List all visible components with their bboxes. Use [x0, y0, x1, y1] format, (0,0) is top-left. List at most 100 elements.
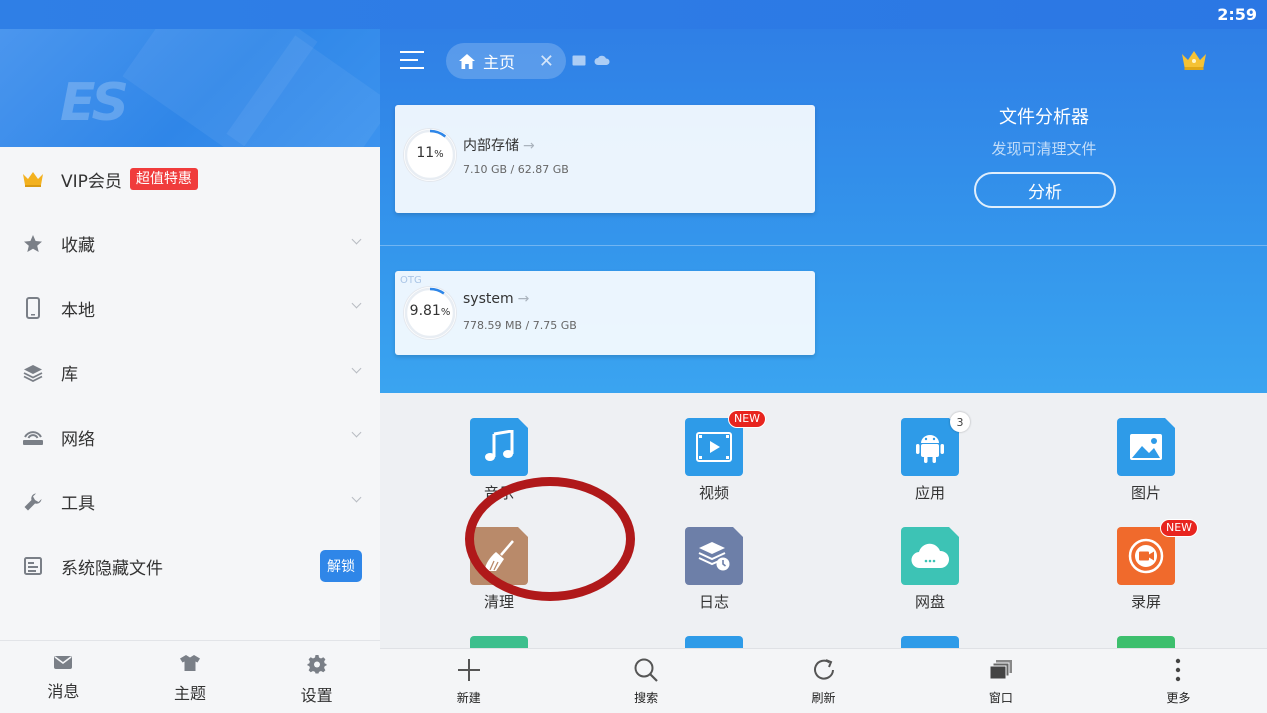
drawer-item-label: 本地 — [61, 300, 95, 321]
chevron-down-icon — [351, 427, 362, 438]
shirt-icon — [180, 655, 200, 671]
drawer-header: ES — [0, 29, 380, 147]
chevron-down-icon — [351, 363, 362, 373]
message-icon — [54, 656, 73, 669]
unlock-button[interactable]: 解锁 — [320, 550, 362, 582]
count-badge: 3 — [950, 412, 970, 432]
drawer-item-label: 库 — [61, 365, 78, 386]
app-tile-partial[interactable] — [1117, 636, 1175, 648]
app-label: 图片 — [1130, 484, 1161, 502]
storage-card-system[interactable]: OTG 9.81% system → 778.59 MB / 7.75 GB — [395, 271, 815, 355]
app-apps[interactable]: 3 应用 — [870, 412, 990, 503]
toolbar-label: 搜索 — [634, 691, 659, 705]
new-button[interactable]: 新建 — [380, 649, 557, 713]
tab-home-label: 主页 — [483, 53, 516, 72]
navigation-drawer: ES VIP会员 超值特惠 收藏 本地 库 网络 工具 系统隐藏文件 解锁 消息… — [0, 29, 380, 713]
es-logo: ES — [60, 73, 129, 133]
drawer-item-label: 工具 — [61, 494, 95, 515]
status-bar: 2:59 — [0, 0, 1267, 29]
hidden-files-label: 系统隐藏文件 — [61, 558, 163, 579]
app-tile-partial[interactable] — [685, 636, 743, 648]
search-icon — [634, 658, 658, 682]
refresh-icon — [813, 659, 834, 680]
storage-usage: 778.59 MB / 7.75 GB — [463, 319, 577, 332]
analyzer-title: 文件分析器 — [999, 107, 1089, 128]
settings-button[interactable]: 设置 — [253, 641, 380, 713]
plus-icon — [457, 659, 480, 681]
tab-indicators — [572, 55, 610, 66]
drawer-item-label: 收藏 — [61, 236, 95, 257]
usage-ring: 9.81% — [404, 287, 456, 339]
home-icon — [459, 53, 475, 69]
search-button[interactable]: 搜索 — [557, 649, 734, 713]
log-icon — [698, 542, 730, 571]
app-log[interactable]: 日志 — [654, 527, 774, 612]
storage-name: system — [463, 291, 514, 307]
app-label: 音乐 — [483, 484, 514, 502]
vip-member-item[interactable]: VIP会员 超值特惠 — [0, 147, 380, 212]
app-label: 网盘 — [914, 593, 945, 611]
vip-promo-badge: 超值特惠 — [129, 168, 198, 191]
vip-label: VIP会员 — [61, 171, 122, 192]
storage-usage: 7.10 GB / 62.87 GB — [463, 163, 569, 176]
windows-icon — [989, 660, 1012, 680]
app-music[interactable]: 音乐 — [439, 418, 559, 503]
new-badge: NEW — [728, 410, 767, 428]
cloud-icon — [911, 543, 949, 569]
analyze-button[interactable]: 分析 — [974, 172, 1116, 208]
windows-button[interactable]: 窗口 — [912, 649, 1089, 713]
percent-unit: % — [434, 149, 444, 160]
usage-percent: 11 — [416, 145, 435, 161]
messages-label: 消息 — [47, 682, 80, 701]
cloud-small-icon[interactable] — [594, 55, 610, 66]
bottom-toolbar: 新建 搜索 刷新 窗口 更多 — [380, 648, 1267, 713]
close-icon[interactable]: ✕ — [539, 51, 554, 72]
more-icon — [1176, 658, 1181, 682]
usage-percent: 9.81 — [409, 303, 441, 319]
phone-icon — [22, 297, 44, 320]
app-tile-partial[interactable] — [470, 636, 528, 648]
record-icon — [1128, 538, 1164, 574]
app-cleaner[interactable]: 清理 — [439, 527, 559, 612]
drawer-item-network[interactable]: 网络 — [0, 405, 380, 470]
menu-icon[interactable] — [400, 51, 424, 71]
drawer-item-favorites[interactable]: 收藏 — [0, 212, 380, 277]
star-icon — [22, 233, 44, 255]
app-label: 视频 — [698, 484, 729, 502]
drawer-menu: VIP会员 超值特惠 收藏 本地 库 网络 工具 系统隐藏文件 解锁 — [0, 147, 380, 599]
drawer-item-local[interactable]: 本地 — [0, 276, 380, 341]
arrow-right-icon: → — [517, 291, 530, 307]
messages-button[interactable]: 消息 — [0, 641, 127, 713]
otg-tag: OTG — [400, 275, 422, 286]
app-label: 清理 — [483, 593, 514, 611]
main-panel: 主页 ✕ 11% 内部存储 → 7.10 GB / 62.87 GB OTG 9.… — [380, 29, 1267, 713]
tab-home[interactable]: 主页 ✕ — [446, 43, 566, 79]
app-tile-partial[interactable] — [901, 636, 959, 648]
app-cloud-drive[interactable]: 网盘 — [870, 527, 990, 612]
usage-ring: 11% — [404, 129, 456, 181]
storage-card-internal[interactable]: 11% 内部存储 → 7.10 GB / 62.87 GB — [395, 105, 815, 213]
app-images[interactable]: 图片 — [1086, 418, 1206, 503]
app-grid: 音乐 NEW 视频 3 应用 图片 清理 日志 网盘 NEW 录屏 — [380, 393, 1267, 648]
status-time: 2:59 — [1217, 5, 1257, 24]
toolbar-label: 更多 — [1166, 691, 1191, 705]
chevron-down-icon — [351, 492, 362, 502]
settings-label: 设置 — [300, 686, 333, 705]
drawer-item-tools[interactable]: 工具 — [0, 470, 380, 535]
toolbar-label: 新建 — [456, 691, 481, 705]
theme-button[interactable]: 主题 — [127, 641, 254, 713]
network-icon — [22, 426, 44, 448]
app-video[interactable]: NEW 视频 — [654, 410, 774, 503]
refresh-button[interactable]: 刷新 — [735, 649, 912, 713]
divider — [380, 245, 1267, 246]
vip-crown-button[interactable] — [1181, 49, 1207, 75]
more-button[interactable]: 更多 — [1090, 649, 1267, 713]
drawer-bottom-bar: 消息 主题 设置 — [0, 640, 380, 713]
window-icon[interactable] — [572, 55, 586, 66]
theme-label: 主题 — [174, 684, 207, 703]
chevron-down-icon — [351, 298, 362, 309]
image-icon — [1130, 434, 1162, 460]
drawer-item-hidden-files: 系统隐藏文件 解锁 — [0, 534, 380, 599]
drawer-item-library[interactable]: 库 — [0, 341, 380, 406]
app-screen-record[interactable]: NEW 录屏 — [1086, 519, 1206, 612]
